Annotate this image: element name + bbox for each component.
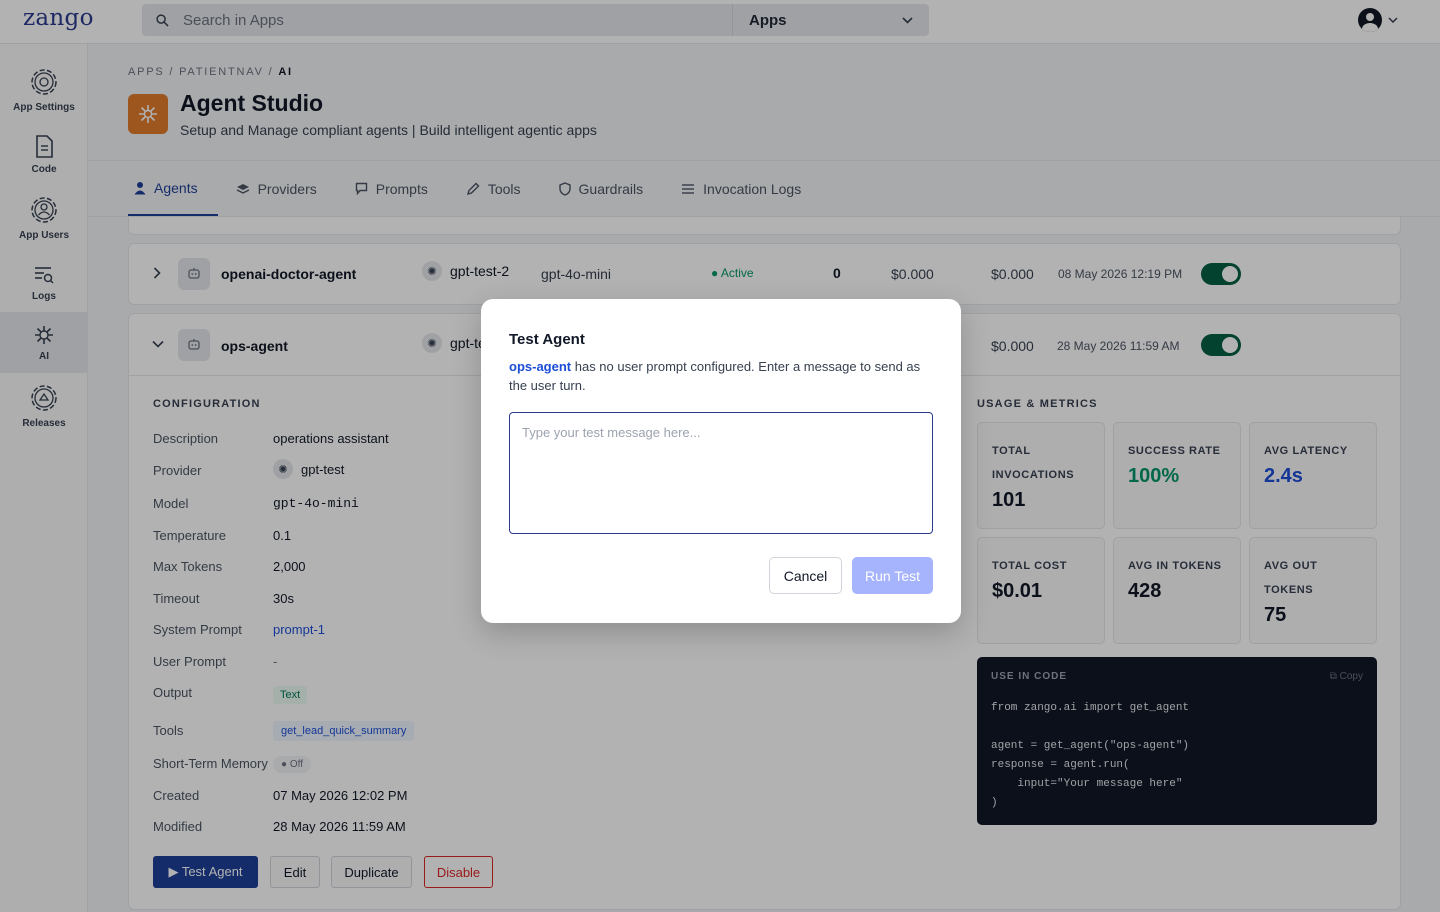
test-message-input[interactable] <box>509 412 933 534</box>
dialog-description: ops-agent has no user prompt configured.… <box>509 357 933 395</box>
run-test-button[interactable]: Run Test <box>852 557 933 594</box>
dialog-agent-name: ops-agent <box>509 359 572 374</box>
dialog-description-text: has no user prompt configured. Enter a m… <box>509 359 921 393</box>
dialog-title: Test Agent <box>509 331 585 348</box>
cancel-button[interactable]: Cancel <box>769 557 842 594</box>
test-agent-dialog: Test Agent ops-agent has no user prompt … <box>481 299 961 623</box>
